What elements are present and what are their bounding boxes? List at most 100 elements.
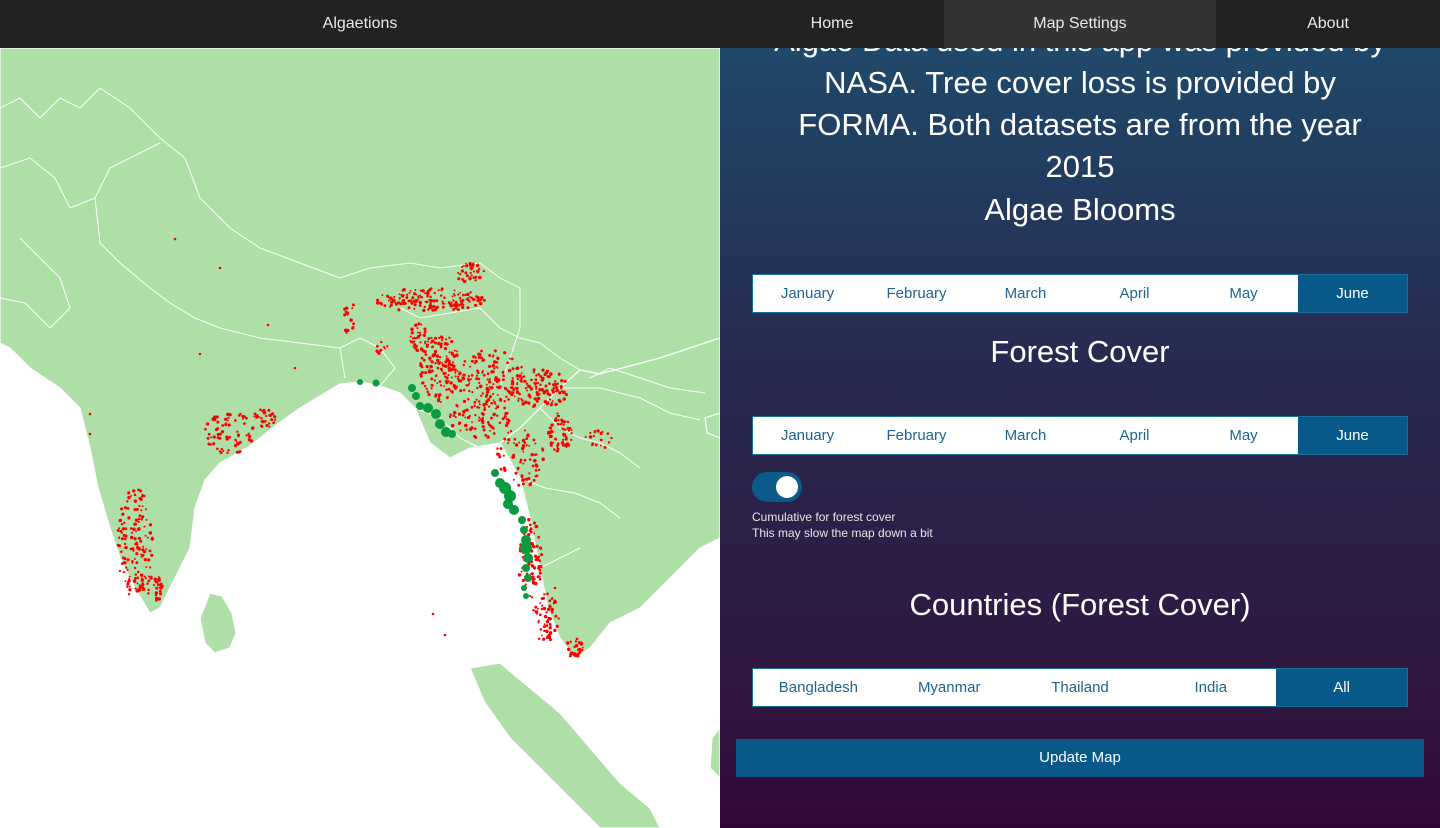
- forest-loss-point: [515, 374, 520, 378]
- forest-loss-point: [441, 300, 444, 303]
- forest-loss-point: [425, 387, 428, 391]
- forest-loss-point: [562, 438, 565, 441]
- forest-loss-point: [469, 414, 472, 417]
- algae-month-may[interactable]: May: [1189, 275, 1298, 312]
- forest-loss-point: [548, 604, 552, 609]
- algae-bloom-point: [412, 392, 420, 400]
- algae-bloom-point: [408, 384, 416, 392]
- forest-loss-point: [424, 342, 427, 345]
- map-settings-panel: Algae Data used in this app was provided…: [720, 0, 1440, 828]
- brand-logo[interactable]: Algaetions: [0, 0, 720, 48]
- forest-loss-point: [450, 376, 453, 379]
- forest-loss-point: [557, 419, 560, 422]
- forest-loss-point: [599, 438, 603, 442]
- map-canvas[interactable]: [0, 48, 720, 828]
- forest-month-march[interactable]: March: [971, 417, 1080, 454]
- forest-loss-point: [599, 431, 603, 435]
- forest-loss-point: [507, 442, 510, 445]
- forest-loss-point: [518, 392, 521, 396]
- update-map-button[interactable]: Update Map: [736, 739, 1424, 777]
- forest-loss-point: [378, 350, 381, 353]
- algae-month-january[interactable]: January: [753, 275, 862, 312]
- forest-loss-point: [216, 432, 220, 436]
- forest-loss-point: [498, 421, 502, 424]
- forest-loss-point: [127, 579, 131, 583]
- forest-loss-point: [121, 512, 125, 516]
- forest-loss-point: [393, 295, 396, 298]
- forest-loss-point: [480, 394, 483, 398]
- forest-loss-point: [138, 514, 142, 518]
- forest-loss-point: [143, 558, 147, 562]
- forest-loss-point: [520, 376, 523, 380]
- forest-loss-point: [470, 374, 474, 377]
- forest-loss-point: [212, 435, 216, 439]
- algae-month-april[interactable]: April: [1080, 275, 1189, 312]
- forest-loss-point: [485, 399, 490, 403]
- forest-loss-point: [418, 304, 422, 307]
- forest-loss-point: [145, 566, 148, 568]
- forest-loss-point: [574, 653, 578, 658]
- nav-home[interactable]: Home: [720, 0, 944, 48]
- forest-loss-point: [546, 619, 550, 622]
- forest-loss-point: [434, 393, 438, 397]
- forest-loss-point: [243, 422, 246, 425]
- forest-loss-point: [349, 318, 353, 322]
- forest-loss-point: [156, 583, 160, 587]
- forest-loss-point: [461, 265, 464, 268]
- forest-loss-point: [440, 369, 444, 372]
- nav-about[interactable]: About: [1216, 0, 1440, 48]
- algae-month-june[interactable]: June: [1298, 275, 1407, 312]
- forest-loss-point: [552, 448, 556, 451]
- forest-loss-point: [577, 641, 581, 645]
- forest-loss-point: [148, 523, 153, 527]
- forest-loss-point: [439, 356, 442, 359]
- forest-loss-point: [420, 323, 423, 326]
- nav-map-settings[interactable]: Map Settings: [944, 0, 1216, 48]
- forest-month-february[interactable]: February: [862, 417, 971, 454]
- forest-loss-point: [548, 599, 552, 603]
- forest-month-may[interactable]: May: [1189, 417, 1298, 454]
- forest-loss-point: [407, 306, 411, 310]
- forest-loss-point: [548, 617, 552, 621]
- forest-loss-point: [547, 430, 551, 435]
- forest-loss-point: [351, 307, 354, 310]
- forest-loss-point: [499, 397, 502, 401]
- map-view[interactable]: [0, 48, 720, 828]
- forest-loss-point: [470, 426, 474, 430]
- forest-loss-point: [478, 275, 482, 280]
- forest-loss-point: [419, 365, 422, 367]
- forest-loss-point: [507, 438, 511, 442]
- forest-loss-point: [468, 382, 471, 385]
- country-bangladesh[interactable]: Bangladesh: [753, 669, 884, 706]
- forest-loss-point: [260, 424, 263, 428]
- forest-month-january[interactable]: January: [753, 417, 862, 454]
- forest-loss-point: [253, 415, 256, 418]
- country-india[interactable]: India: [1145, 669, 1276, 706]
- country-all[interactable]: All: [1276, 669, 1407, 706]
- algae-bloom-point: [520, 526, 528, 534]
- forest-loss-point: [465, 384, 468, 387]
- forest-loss-point: [135, 530, 138, 533]
- forest-loss-point: [528, 458, 532, 461]
- forest-loss-point: [503, 437, 507, 441]
- forest-loss-point: [549, 624, 552, 627]
- forest-loss-point: [548, 426, 552, 430]
- forest-loss-point: [482, 298, 486, 302]
- forest-loss-point: [119, 529, 123, 533]
- forest-loss-point: [511, 367, 515, 371]
- forest-loss-point: [527, 517, 531, 522]
- algae-month-february[interactable]: February: [862, 275, 971, 312]
- forest-loss-point: [542, 637, 546, 641]
- forest-loss-point: [565, 393, 568, 397]
- forest-loss-point: [409, 339, 412, 342]
- country-myanmar[interactable]: Myanmar: [884, 669, 1015, 706]
- forest-month-april[interactable]: April: [1080, 417, 1189, 454]
- forest-loss-point: [444, 338, 448, 341]
- forest-loss-point: [130, 535, 134, 540]
- forest-loss-point: [435, 354, 440, 358]
- country-thailand[interactable]: Thailand: [1015, 669, 1146, 706]
- algae-month-march[interactable]: March: [971, 275, 1080, 312]
- forest-month-june[interactable]: June: [1298, 417, 1407, 454]
- forest-loss-point: [478, 384, 483, 389]
- cumulative-toggle[interactable]: [752, 472, 802, 502]
